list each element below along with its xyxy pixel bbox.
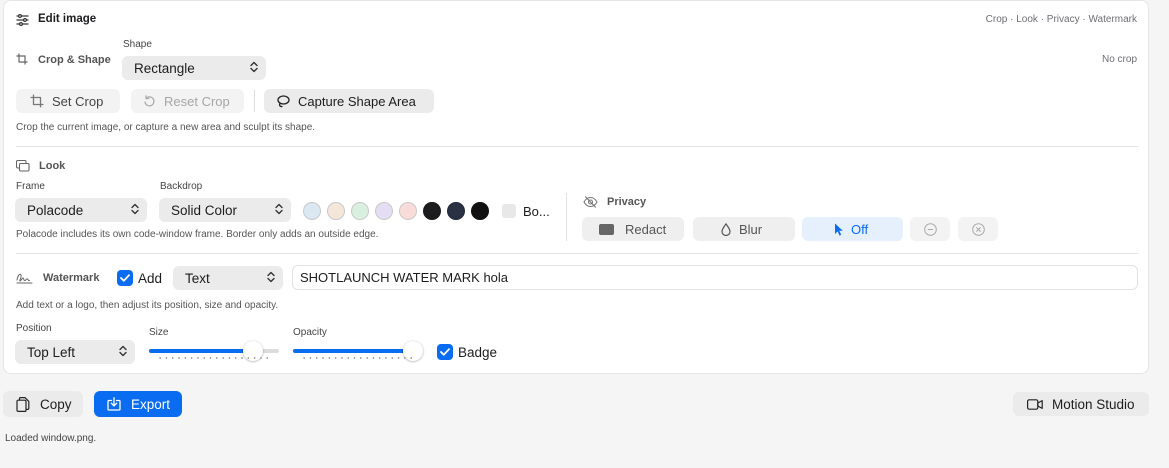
privacy-off-label: Off [851,221,869,237]
reset-crop-label: Reset Crop [164,93,230,109]
redact-label: Redact [625,221,667,237]
section-divider [16,253,1138,254]
blur-button[interactable]: Blur [693,217,795,241]
shape-select[interactable]: Rectangle [122,56,266,80]
capture-shape-area-button[interactable]: Capture Shape Area [264,89,434,113]
size-label: Size [149,327,169,338]
checkmark-icon [120,274,130,282]
size-slider[interactable] [149,339,279,363]
status-message: Loaded window.png. [5,433,97,444]
remove-last-button[interactable] [910,217,950,241]
redact-rectangle-icon [599,223,614,235]
pointer-icon [834,223,844,236]
crop-section-title: Crop & Shape [38,54,111,66]
copy-button[interactable]: Copy [3,391,83,417]
color-swatch[interactable] [423,202,441,220]
clear-all-button[interactable] [958,217,998,241]
section-breadcrumb: Crop · Look · Privacy · Watermark [985,14,1137,25]
motion-studio-button[interactable]: Motion Studio [1013,392,1149,416]
layers-icon [15,159,31,173]
sliders-icon [14,12,30,28]
watermark-text-input[interactable]: SHOTLAUNCH WATER MARK hola [292,265,1138,290]
toolbar-divider [254,90,255,112]
redact-button[interactable]: Redact [582,217,684,241]
chevron-up-down-icon [275,203,283,218]
color-swatch[interactable] [471,202,489,220]
opacity-label: Opacity [293,327,327,338]
color-swatch[interactable] [447,202,465,220]
blur-label: Blur [739,221,763,237]
watermark-hint: Add text or a logo, then adjust its posi… [16,300,279,311]
size-slider-fill [149,349,253,353]
edit-image-panel: Edit image Crop · Look · Privacy · Water… [3,0,1149,374]
chevron-up-down-icon [250,61,258,76]
video-camera-icon [1027,398,1043,410]
color-swatch[interactable] [351,202,369,220]
backdrop-select-value: Solid Color [171,202,238,218]
color-swatch[interactable] [375,202,393,220]
size-slider-ticks [157,357,271,359]
color-swatch[interactable] [303,202,321,220]
drop-icon [721,222,731,236]
position-label: Position [16,323,52,334]
set-crop-label: Set Crop [52,93,104,109]
chevron-up-down-icon [131,203,139,218]
crop-status: No crop [1101,54,1137,65]
frame-select-value: Polacode [27,202,84,218]
add-watermark-label: Add [138,271,163,286]
reset-icon [143,94,156,108]
frame-label: Frame [16,181,45,192]
crop-icon [30,94,44,108]
shape-select-value: Rectangle [134,60,195,76]
export-tray-icon [107,397,121,411]
signature-icon [15,271,33,285]
capture-shape-area-label: Capture Shape Area [298,93,416,109]
border-label: Bo... [523,204,550,219]
eye-slash-icon [582,195,598,209]
look-hint: Polacode includes its own code-window fr… [16,229,379,240]
watermark-type-select[interactable]: Text [173,266,283,290]
export-label: Export [131,396,171,412]
export-button[interactable]: Export [94,391,182,417]
chevron-up-down-icon [267,271,275,286]
shape-label: Shape [123,39,152,50]
watermark-type-value: Text [185,270,210,286]
color-swatch[interactable] [399,202,417,220]
color-swatch[interactable] [327,202,345,220]
look-privacy-divider [566,193,567,241]
opacity-slider[interactable] [293,339,423,363]
watermark-section-title: Watermark [43,272,100,284]
look-section-title: Look [39,160,66,172]
panel-title: Edit image [38,13,97,25]
crop-hint: Crop the current image, or capture a new… [16,122,316,133]
frame-select[interactable]: Polacode [15,198,147,222]
add-watermark-checkbox[interactable] [117,270,133,286]
lasso-icon [276,94,290,108]
position-select-value: Top Left [27,344,76,360]
watermark-text-value: SHOTLAUNCH WATER MARK hola [300,270,509,285]
copy-label: Copy [40,396,72,412]
minus-circle-icon [923,222,937,236]
checkmark-icon [440,348,450,356]
crop-icon [15,52,29,66]
chevron-up-down-icon [119,345,127,360]
set-crop-button[interactable]: Set Crop [16,89,120,113]
motion-studio-label: Motion Studio [1052,396,1135,412]
reset-crop-button[interactable]: Reset Crop [131,89,244,113]
backdrop-label: Backdrop [160,181,203,192]
privacy-section-title: Privacy [607,196,647,208]
badge-label: Badge [458,345,498,360]
section-divider [16,146,1138,147]
position-select[interactable]: Top Left [15,340,135,364]
x-circle-icon [971,222,985,236]
backdrop-select[interactable]: Solid Color [159,198,291,222]
badge-checkbox[interactable] [437,344,453,360]
opacity-slider-ticks [301,357,415,359]
privacy-off-button[interactable]: Off [802,217,903,241]
border-checkbox[interactable] [502,204,516,218]
opacity-slider-fill [293,349,413,353]
copy-icon [16,396,30,412]
